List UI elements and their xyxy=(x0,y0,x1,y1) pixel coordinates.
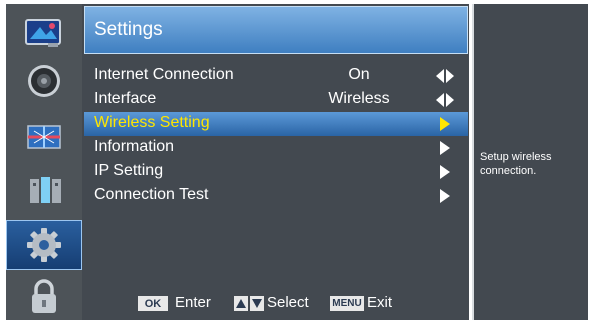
menu-item-label: Interface xyxy=(94,90,157,107)
right-arrow-icon xyxy=(440,165,450,179)
sidebar-item-network[interactable] xyxy=(6,166,82,212)
menu-item-label: IP Setting xyxy=(94,162,164,179)
menu-item-label: Information xyxy=(94,138,175,155)
category-sidebar xyxy=(6,4,82,320)
menu-item-value: Wireless xyxy=(328,90,390,107)
sound-icon xyxy=(28,65,60,97)
sidebar-item-settings[interactable] xyxy=(6,220,82,270)
right-arrow-icon xyxy=(440,141,450,155)
tv-settings-screen: Settings Internet Connection On Interfac… xyxy=(0,0,592,322)
key-hints-footer: OK Enter Select MENU Exit xyxy=(82,292,469,316)
help-panel: Setup wireless connection. xyxy=(472,4,588,320)
left-right-arrows-icon[interactable] xyxy=(436,92,454,108)
sidebar-item-channel[interactable] xyxy=(6,114,82,160)
menu-item-interface[interactable]: Interface Wireless xyxy=(84,88,468,112)
select-hint: Select xyxy=(267,294,309,311)
settings-panel: Settings Internet Connection On Interfac… xyxy=(82,4,469,320)
sidebar-item-lock[interactable] xyxy=(6,274,82,320)
network-icon xyxy=(30,177,61,203)
menu-item-ip-setting[interactable]: IP Setting xyxy=(84,160,468,184)
exit-hint: Exit xyxy=(367,294,393,311)
panel-header: Settings xyxy=(84,6,468,54)
menu-key-badge: MENU xyxy=(330,296,364,311)
right-arrow-icon xyxy=(440,117,450,131)
help-text: Setup wireless connection. xyxy=(480,151,552,177)
menu-item-internet-connection[interactable]: Internet Connection On xyxy=(84,64,468,88)
menu-item-connection-test[interactable]: Connection Test xyxy=(84,184,468,208)
menu-item-wireless-setting[interactable]: Wireless Setting xyxy=(84,112,468,136)
sidebar-item-picture[interactable] xyxy=(6,10,82,56)
settings-gear-icon xyxy=(27,228,61,262)
lock-icon xyxy=(32,279,56,313)
menu-item-label: Wireless Setting xyxy=(94,114,210,131)
menu-item-label: Connection Test xyxy=(94,186,209,203)
right-arrow-icon xyxy=(440,189,450,203)
ok-key-badge: OK xyxy=(138,296,168,311)
left-right-arrows-icon[interactable] xyxy=(436,68,454,84)
settings-menu: Internet Connection On Interface Wireles… xyxy=(84,64,468,208)
menu-item-value: On xyxy=(348,66,370,83)
channel-icon xyxy=(27,125,61,149)
menu-item-label: Internet Connection xyxy=(94,66,234,83)
page-title: Settings xyxy=(94,19,163,40)
sidebar-item-sound[interactable] xyxy=(6,58,82,104)
up-down-arrows-icon xyxy=(234,296,264,311)
menu-item-information[interactable]: Information xyxy=(84,136,468,160)
picture-icon xyxy=(25,19,61,47)
enter-hint: Enter xyxy=(175,294,211,311)
